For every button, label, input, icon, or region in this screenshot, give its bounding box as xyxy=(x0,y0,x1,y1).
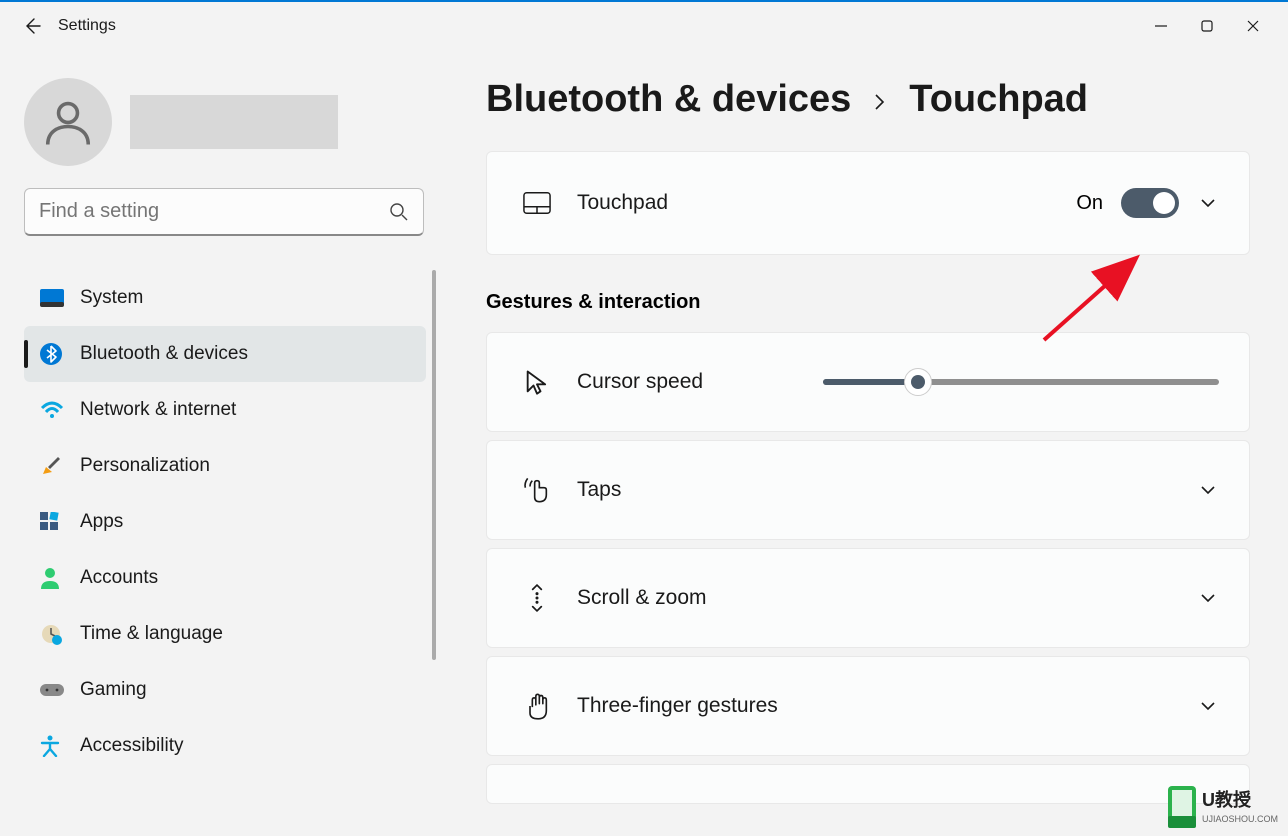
gamepad-icon xyxy=(40,682,72,698)
sidebar-item-label: System xyxy=(80,287,143,309)
monitor-icon xyxy=(40,289,72,307)
sidebar-item-bluetooth-devices[interactable]: Bluetooth & devices xyxy=(24,326,426,382)
sidebar-item-label: Bluetooth & devices xyxy=(80,343,248,365)
hand-icon xyxy=(517,692,557,720)
chevron-down-icon xyxy=(1199,697,1217,715)
cursor-icon xyxy=(517,368,557,396)
sidebar-item-accounts[interactable]: Accounts xyxy=(24,550,426,606)
sidebar-item-label: Accessibility xyxy=(80,735,183,757)
scroll-zoom-card[interactable]: Scroll & zoom xyxy=(486,548,1250,648)
tap-icon xyxy=(517,476,557,504)
sidebar-scrollbar[interactable] xyxy=(432,270,436,660)
sidebar-item-label: Personalization xyxy=(80,455,210,477)
watermark: U教授 UJIAOSHOU.COM xyxy=(1168,786,1288,836)
search-input[interactable] xyxy=(39,200,389,223)
sidebar-item-apps[interactable]: Apps xyxy=(24,494,426,550)
slider-thumb[interactable] xyxy=(904,368,932,396)
back-button[interactable] xyxy=(12,6,52,46)
chevron-down-icon xyxy=(1199,589,1217,607)
nav: System Bluetooth & devices Network & int… xyxy=(24,270,426,774)
expand-button[interactable] xyxy=(1197,695,1219,717)
section-title: Gestures & interaction xyxy=(486,291,1250,314)
three-finger-card[interactable]: Three-finger gestures xyxy=(486,656,1250,756)
close-button[interactable] xyxy=(1230,10,1276,42)
apps-icon xyxy=(40,512,72,532)
sidebar-item-accessibility[interactable]: Accessibility xyxy=(24,718,426,774)
wifi-icon xyxy=(40,400,72,420)
search-icon xyxy=(389,202,409,222)
sidebar-item-label: Apps xyxy=(80,511,123,533)
breadcrumb: Bluetooth & devices Touchpad xyxy=(486,78,1250,121)
scroll-zoom-label: Scroll & zoom xyxy=(577,586,707,610)
sidebar-item-personalization[interactable]: Personalization xyxy=(24,438,426,494)
breadcrumb-parent[interactable]: Bluetooth & devices xyxy=(486,78,851,121)
clock-globe-icon xyxy=(40,623,72,645)
taps-card[interactable]: Taps xyxy=(486,440,1250,540)
breadcrumb-current: Touchpad xyxy=(909,78,1088,121)
expand-button[interactable] xyxy=(1197,587,1219,609)
arrow-left-icon xyxy=(22,16,42,36)
title-bar: Settings xyxy=(0,2,1288,50)
taps-label: Taps xyxy=(577,478,621,502)
avatar xyxy=(24,78,112,166)
user-name-placeholder xyxy=(130,95,338,149)
accessibility-icon xyxy=(40,735,72,757)
chevron-down-icon xyxy=(1199,481,1217,499)
next-card-partial[interactable] xyxy=(486,764,1250,804)
person-icon xyxy=(40,567,72,589)
touchpad-toggle[interactable] xyxy=(1121,188,1179,218)
svg-text:UJIAOSHOU.COM: UJIAOSHOU.COM xyxy=(1202,814,1278,824)
sidebar-item-label: Network & internet xyxy=(80,399,236,421)
cursor-speed-label: Cursor speed xyxy=(577,370,703,394)
user-icon xyxy=(41,95,95,149)
sidebar-item-network[interactable]: Network & internet xyxy=(24,382,426,438)
svg-text:U教授: U教授 xyxy=(1202,789,1252,810)
cursor-speed-card: Cursor speed xyxy=(486,332,1250,432)
expand-button[interactable] xyxy=(1197,479,1219,501)
touchpad-card: Touchpad On xyxy=(486,151,1250,255)
sidebar: System Bluetooth & devices Network & int… xyxy=(0,50,450,836)
chevron-right-icon xyxy=(871,90,889,118)
close-icon xyxy=(1247,20,1259,32)
sidebar-item-label: Accounts xyxy=(80,567,158,589)
sidebar-item-time-language[interactable]: Time & language xyxy=(24,606,426,662)
cursor-speed-slider[interactable] xyxy=(823,379,1219,385)
minimize-icon xyxy=(1155,20,1167,32)
three-finger-label: Three-finger gestures xyxy=(577,694,778,718)
maximize-button[interactable] xyxy=(1184,10,1230,42)
bluetooth-icon xyxy=(40,343,72,365)
sidebar-item-label: Gaming xyxy=(80,679,147,701)
touchpad-state: On xyxy=(1076,192,1103,215)
paintbrush-icon xyxy=(40,455,72,477)
app-title: Settings xyxy=(58,17,116,35)
maximize-icon xyxy=(1201,20,1213,32)
sidebar-item-gaming[interactable]: Gaming xyxy=(24,662,426,718)
search-box[interactable] xyxy=(24,188,424,236)
touchpad-icon xyxy=(517,189,557,217)
user-profile[interactable] xyxy=(24,78,426,166)
sidebar-item-label: Time & language xyxy=(80,623,223,645)
sidebar-item-system[interactable]: System xyxy=(24,270,426,326)
scroll-zoom-icon xyxy=(517,584,557,612)
expand-button[interactable] xyxy=(1197,192,1219,214)
minimize-button[interactable] xyxy=(1138,10,1184,42)
touchpad-label: Touchpad xyxy=(577,191,668,215)
chevron-down-icon xyxy=(1199,194,1217,212)
main-content: Bluetooth & devices Touchpad Touchpad On… xyxy=(450,50,1288,836)
